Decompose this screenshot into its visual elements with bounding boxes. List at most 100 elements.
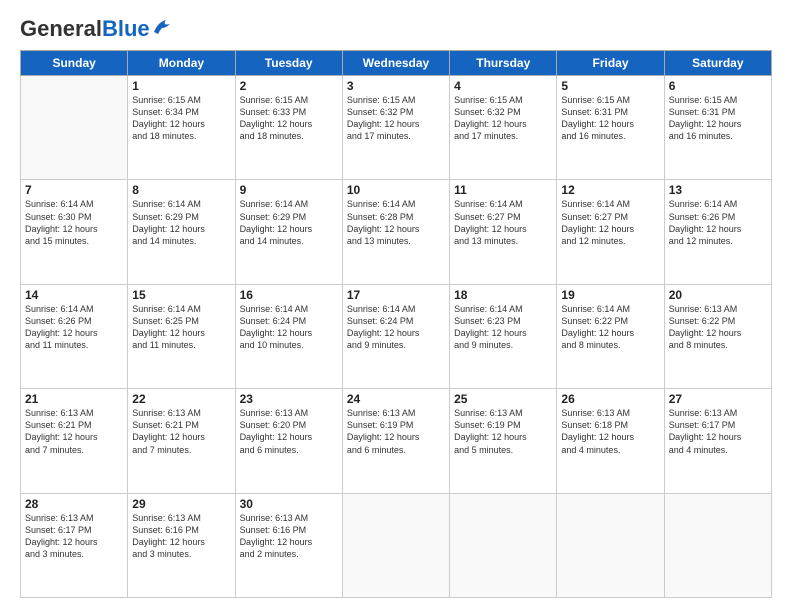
calendar-cell: 27 Sunrise: 6:13 AMSunset: 6:17 PMDayligh… — [664, 389, 771, 493]
calendar-cell: 17Sunrise: 6:14 AMSunset: 6:24 PMDayligh… — [342, 284, 449, 388]
weekday-header-thursday: Thursday — [450, 51, 557, 76]
day-number: 23 — [240, 392, 338, 406]
day-info: Sunrise: 6:14 AMSunset: 6:30 PMDaylight:… — [25, 199, 98, 245]
calendar-cell: 18Sunrise: 6:14 AMSunset: 6:23 PMDayligh… — [450, 284, 557, 388]
day-info: Sunrise: 6:14 AMSunset: 6:23 PMDaylight:… — [454, 304, 527, 350]
day-info: Sunrise: 6:15 AMSunset: 6:32 PMDaylight:… — [454, 95, 527, 141]
calendar-cell: 19 Sunrise: 6:14 AMSunset: 6:22 PMDayligh… — [557, 284, 664, 388]
day-number: 13 — [669, 183, 767, 197]
day-number: 29 — [132, 497, 230, 511]
day-info: Sunrise: 6:14 AMSunset: 6:26 PMDaylight:… — [669, 199, 742, 245]
day-number: 4 — [454, 79, 552, 93]
day-info: Sunrise: 6:14 AMSunset: 6:26 PMDaylight:… — [25, 304, 98, 350]
day-number: 28 — [25, 497, 123, 511]
calendar-cell: 28 Sunrise: 6:13 AMSunset: 6:17 PMDayligh… — [21, 493, 128, 597]
day-info: Sunrise: 6:15 AMSunset: 6:32 PMDaylight:… — [347, 95, 420, 141]
calendar-cell: 4 Sunrise: 6:15 AMSunset: 6:32 PMDaylight… — [450, 76, 557, 180]
calendar-cell: 3 Sunrise: 6:15 AMSunset: 6:32 PMDaylight… — [342, 76, 449, 180]
week-row-4: 21 Sunrise: 6:13 AMSunset: 6:21 PMDayligh… — [21, 389, 772, 493]
day-number: 19 — [561, 288, 659, 302]
day-number: 3 — [347, 79, 445, 93]
week-row-2: 7 Sunrise: 6:14 AMSunset: 6:30 PMDaylight… — [21, 180, 772, 284]
day-info: Sunrise: 6:14 AMSunset: 6:29 PMDaylight:… — [132, 199, 205, 245]
calendar-cell: 2 Sunrise: 6:15 AMSunset: 6:33 PMDaylight… — [235, 76, 342, 180]
logo-general: General — [20, 16, 102, 41]
calendar-cell: 9Sunrise: 6:14 AMSunset: 6:29 PMDaylight… — [235, 180, 342, 284]
week-row-3: 14 Sunrise: 6:14 AMSunset: 6:26 PMDayligh… — [21, 284, 772, 388]
calendar-cell: 24 Sunrise: 6:13 AMSunset: 6:19 PMDayligh… — [342, 389, 449, 493]
calendar-table: SundayMondayTuesdayWednesdayThursdayFrid… — [20, 50, 772, 598]
day-number: 2 — [240, 79, 338, 93]
day-info: Sunrise: 6:15 AMSunset: 6:31 PMDaylight:… — [669, 95, 742, 141]
calendar-cell: 12Sunrise: 6:14 AMSunset: 6:27 PMDayligh… — [557, 180, 664, 284]
day-number: 20 — [669, 288, 767, 302]
calendar-cell: 16 Sunrise: 6:14 AMSunset: 6:24 PMDayligh… — [235, 284, 342, 388]
day-number: 22 — [132, 392, 230, 406]
day-number: 15 — [132, 288, 230, 302]
week-row-5: 28 Sunrise: 6:13 AMSunset: 6:17 PMDayligh… — [21, 493, 772, 597]
day-info: Sunrise: 6:15 AMSunset: 6:33 PMDaylight:… — [240, 95, 313, 141]
week-row-1: 1Sunrise: 6:15 AMSunset: 6:34 PMDaylight… — [21, 76, 772, 180]
calendar-cell: 6Sunrise: 6:15 AMSunset: 6:31 PMDaylight… — [664, 76, 771, 180]
calendar-cell: 15Sunrise: 6:14 AMSunset: 6:25 PMDayligh… — [128, 284, 235, 388]
day-info: Sunrise: 6:13 AMSunset: 6:21 PMDaylight:… — [132, 408, 205, 454]
day-info: Sunrise: 6:14 AMSunset: 6:22 PMDaylight:… — [561, 304, 634, 350]
calendar-cell: 30 Sunrise: 6:13 AMSunset: 6:16 PMDayligh… — [235, 493, 342, 597]
day-info: Sunrise: 6:13 AMSunset: 6:21 PMDaylight:… — [25, 408, 98, 454]
day-info: Sunrise: 6:13 AMSunset: 6:19 PMDaylight:… — [347, 408, 420, 454]
header: GeneralBlue — [20, 18, 772, 40]
day-number: 30 — [240, 497, 338, 511]
calendar-cell — [21, 76, 128, 180]
weekday-header-sunday: Sunday — [21, 51, 128, 76]
weekday-header-tuesday: Tuesday — [235, 51, 342, 76]
day-info: Sunrise: 6:14 AMSunset: 6:24 PMDaylight:… — [347, 304, 420, 350]
day-info: Sunrise: 6:14 AMSunset: 6:28 PMDaylight:… — [347, 199, 420, 245]
day-info: Sunrise: 6:13 AMSunset: 6:18 PMDaylight:… — [561, 408, 634, 454]
calendar-cell — [557, 493, 664, 597]
calendar-cell: 29Sunrise: 6:13 AMSunset: 6:16 PMDayligh… — [128, 493, 235, 597]
calendar-cell: 11 Sunrise: 6:14 AMSunset: 6:27 PMDayligh… — [450, 180, 557, 284]
calendar-cell: 5 Sunrise: 6:15 AMSunset: 6:31 PMDaylight… — [557, 76, 664, 180]
calendar-cell: 14 Sunrise: 6:14 AMSunset: 6:26 PMDayligh… — [21, 284, 128, 388]
calendar-cell: 8Sunrise: 6:14 AMSunset: 6:29 PMDaylight… — [128, 180, 235, 284]
day-number: 12 — [561, 183, 659, 197]
logo: GeneralBlue — [20, 18, 174, 40]
calendar-cell: 13 Sunrise: 6:14 AMSunset: 6:26 PMDayligh… — [664, 180, 771, 284]
weekday-header-saturday: Saturday — [664, 51, 771, 76]
day-number: 24 — [347, 392, 445, 406]
calendar-cell: 21 Sunrise: 6:13 AMSunset: 6:21 PMDayligh… — [21, 389, 128, 493]
day-number: 26 — [561, 392, 659, 406]
day-info: Sunrise: 6:13 AMSunset: 6:17 PMDaylight:… — [669, 408, 742, 454]
logo-blue: Blue — [102, 16, 150, 41]
calendar-cell: 23Sunrise: 6:13 AMSunset: 6:20 PMDayligh… — [235, 389, 342, 493]
day-number: 16 — [240, 288, 338, 302]
calendar-cell: 1Sunrise: 6:15 AMSunset: 6:34 PMDaylight… — [128, 76, 235, 180]
logo-bird-icon — [152, 18, 174, 36]
day-number: 14 — [25, 288, 123, 302]
day-info: Sunrise: 6:13 AMSunset: 6:16 PMDaylight:… — [240, 513, 313, 559]
day-number: 21 — [25, 392, 123, 406]
weekday-header-row: SundayMondayTuesdayWednesdayThursdayFrid… — [21, 51, 772, 76]
calendar-cell: 10 Sunrise: 6:14 AMSunset: 6:28 PMDayligh… — [342, 180, 449, 284]
weekday-header-friday: Friday — [557, 51, 664, 76]
calendar-cell — [342, 493, 449, 597]
day-info: Sunrise: 6:14 AMSunset: 6:27 PMDaylight:… — [454, 199, 527, 245]
day-number: 5 — [561, 79, 659, 93]
calendar-cell: 26 Sunrise: 6:13 AMSunset: 6:18 PMDayligh… — [557, 389, 664, 493]
weekday-header-monday: Monday — [128, 51, 235, 76]
day-number: 7 — [25, 183, 123, 197]
day-info: Sunrise: 6:13 AMSunset: 6:17 PMDaylight:… — [25, 513, 98, 559]
day-info: Sunrise: 6:14 AMSunset: 6:24 PMDaylight:… — [240, 304, 313, 350]
day-number: 1 — [132, 79, 230, 93]
calendar-cell — [450, 493, 557, 597]
day-info: Sunrise: 6:13 AMSunset: 6:22 PMDaylight:… — [669, 304, 742, 350]
day-number: 10 — [347, 183, 445, 197]
calendar-cell: 25Sunrise: 6:13 AMSunset: 6:19 PMDayligh… — [450, 389, 557, 493]
logo-text: GeneralBlue — [20, 18, 150, 40]
calendar-cell: 7 Sunrise: 6:14 AMSunset: 6:30 PMDaylight… — [21, 180, 128, 284]
day-info: Sunrise: 6:13 AMSunset: 6:19 PMDaylight:… — [454, 408, 527, 454]
day-number: 11 — [454, 183, 552, 197]
calendar-cell: 22 Sunrise: 6:13 AMSunset: 6:21 PMDayligh… — [128, 389, 235, 493]
day-number: 27 — [669, 392, 767, 406]
day-info: Sunrise: 6:15 AMSunset: 6:31 PMDaylight:… — [561, 95, 634, 141]
